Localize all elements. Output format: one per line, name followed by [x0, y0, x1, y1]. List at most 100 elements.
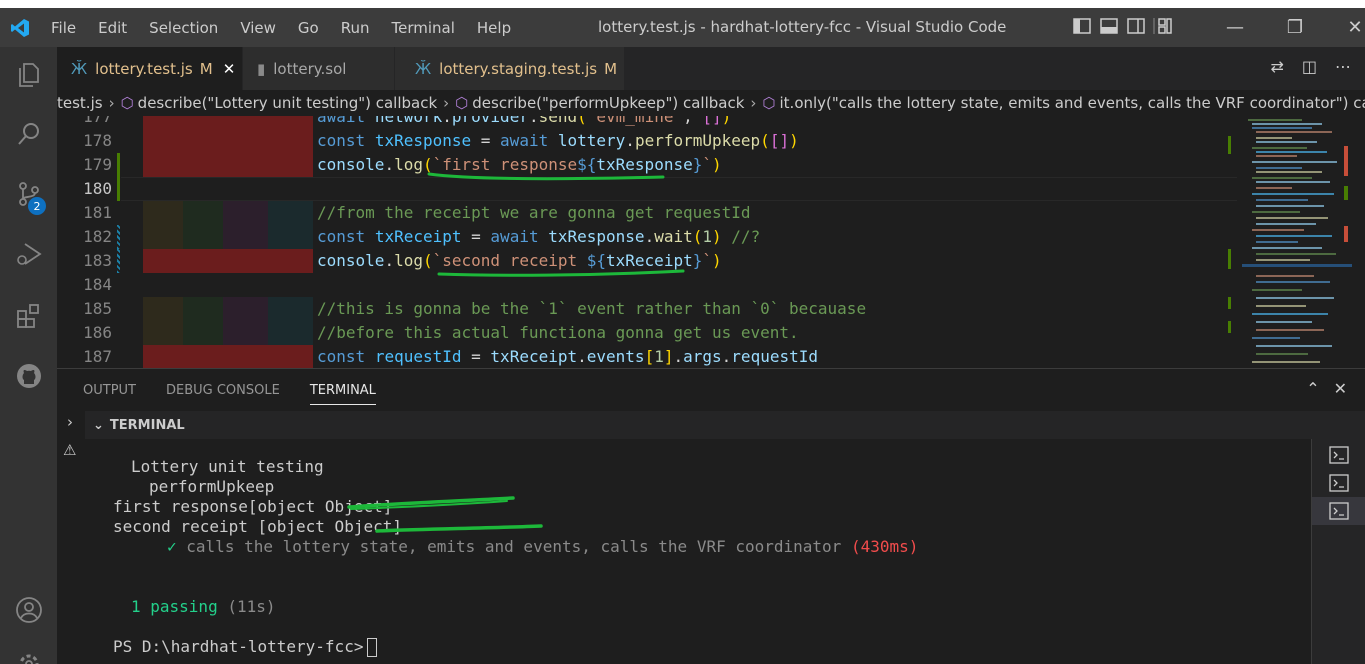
symbol-method-icon: ⬡: [455, 94, 469, 112]
tab-lottery-sol[interactable]: ▮ lottery.sol: [243, 47, 395, 90]
code-text: const requestId = txReceipt.events[1].ar…: [317, 347, 818, 366]
terminal-line: second receipt [object Object]: [113, 517, 402, 536]
terminal-prompt[interactable]: PS D:\hardhat-lottery-fcc>: [113, 637, 378, 657]
github-icon[interactable]: [12, 359, 46, 393]
activity-bar: 2: [0, 47, 57, 664]
terminal-instance-icon[interactable]: [1312, 469, 1365, 497]
breadcrumb-file[interactable]: test.js: [57, 94, 103, 112]
tab-terminal[interactable]: TERMINAL: [309, 383, 376, 405]
menu-run[interactable]: Run: [330, 19, 381, 37]
symbol-method-icon: ⬡: [762, 94, 776, 112]
top-strip: [0, 0, 1365, 8]
line-number: 183: [83, 251, 112, 270]
account-icon[interactable]: [12, 593, 46, 627]
line-number: 181: [83, 203, 112, 222]
terminal-header-label: TERMINAL: [109, 417, 185, 433]
source-control-badge: 2: [28, 197, 46, 215]
annotation-underline: [347, 496, 515, 510]
menu-edit[interactable]: Edit: [87, 19, 138, 37]
close-window-icon[interactable]: ✕: [1325, 8, 1365, 47]
prompt-text: PS D:\hardhat-lottery-fcc>: [113, 637, 364, 656]
code-line: 187 const requestId = txReceipt.events[1…: [57, 345, 1237, 368]
terminal-line: Lottery unit testing: [131, 457, 324, 476]
test-duration: (430ms): [850, 537, 919, 556]
bottom-panel: OUTPUT DEBUG CONSOLE TERMINAL ⌃ ✕ › ⚠ ⌄ …: [57, 368, 1365, 664]
tab-lottery-test[interactable]: Ӂ lottery.test.js M ✕: [57, 47, 243, 90]
breadcrumb-item[interactable]: it.only("calls the lottery state, emits …: [780, 94, 1365, 112]
passing-time: (11s): [227, 597, 276, 616]
code-line: 181 //from the receipt we are gonna get …: [57, 201, 1237, 225]
code-line: 178 const txResponse = await lottery.per…: [57, 129, 1237, 153]
menu-file[interactable]: File: [40, 19, 87, 37]
minimize-icon[interactable]: —: [1205, 8, 1265, 47]
window-controls: — ❐ ✕: [1205, 8, 1365, 47]
terminal-instance-icon[interactable]: [1312, 497, 1365, 525]
warning-icon: ⚠: [63, 441, 77, 459]
tab-label: lottery.staging.test.js: [439, 59, 598, 78]
toggle-sidebar-icon[interactable]: [1072, 16, 1092, 36]
code-line: 177 await network.provider.send("evm_min…: [57, 116, 1237, 129]
test-file-icon: Ӂ: [415, 59, 432, 78]
maximize-panel-icon[interactable]: ⌃: [1306, 379, 1319, 398]
tab-label: lottery.sol: [273, 59, 347, 78]
menu-help[interactable]: Help: [466, 19, 522, 37]
terminal-gutter: › ⚠: [57, 411, 85, 664]
breadcrumb: test.js › ⬡ describe("Lottery unit testi…: [57, 90, 1365, 116]
code-comment: //this is gonna be the `1` event rather …: [317, 299, 867, 318]
line-number: 186: [83, 323, 112, 342]
window-title: lottery.test.js - hardhat-lottery-fcc - …: [598, 18, 1007, 36]
menu-view[interactable]: View: [229, 19, 287, 37]
solidity-file-icon: ▮: [257, 59, 266, 78]
terminal-instance-icon[interactable]: [1312, 441, 1365, 469]
test-file-icon: Ӂ: [71, 59, 88, 78]
extensions-icon[interactable]: [12, 299, 46, 333]
breadcrumb-item[interactable]: describe("performUpkeep") callback: [472, 94, 744, 112]
manage-gear-icon[interactable]: [12, 647, 46, 664]
code-comment: //before this actual functiona gonna get…: [317, 323, 799, 342]
tab-label: lottery.test.js: [95, 59, 193, 78]
more-actions-icon[interactable]: ⋯: [1335, 57, 1351, 76]
modified-badge: M: [199, 59, 213, 78]
code-line: 182 const txReceipt = await txResponse.w…: [57, 225, 1237, 249]
minimap[interactable]: [1242, 116, 1352, 368]
menu-selection[interactable]: Selection: [138, 19, 229, 37]
menu-go[interactable]: Go: [287, 19, 330, 37]
tab-debug-console[interactable]: DEBUG CONSOLE: [166, 383, 280, 405]
toggle-panel-icon[interactable]: [1099, 16, 1119, 36]
compare-changes-icon[interactable]: ⇄: [1270, 57, 1283, 76]
split-editor-icon[interactable]: ◫: [1302, 57, 1317, 76]
code-editor[interactable]: 177 await network.provider.send("evm_min…: [57, 116, 1365, 368]
explorer-icon[interactable]: [12, 57, 46, 91]
line-number: 184: [83, 275, 112, 294]
restore-icon[interactable]: ❐: [1265, 8, 1325, 47]
line-number: 177: [83, 116, 112, 126]
menu-terminal[interactable]: Terminal: [381, 19, 466, 37]
layout-controls: [1072, 16, 1177, 36]
terminal-cursor: [367, 638, 378, 657]
close-tab-icon[interactable]: ✕: [223, 60, 236, 78]
terminal-section-header[interactable]: ⌄ TERMINAL: [85, 411, 1365, 439]
toggle-secondary-sidebar-icon[interactable]: [1126, 16, 1146, 36]
modified-badge: M: [604, 59, 618, 78]
terminal-output[interactable]: Lottery unit testing performUpkeep first…: [85, 439, 1311, 664]
passing-count: 1 passing: [131, 597, 218, 616]
chevron-right-icon: ›: [750, 94, 757, 112]
symbol-method-icon: ⬡: [120, 94, 134, 112]
annotation-underline: [375, 524, 543, 533]
code-text: await network.provider.send("evm_mine", …: [317, 116, 732, 126]
tab-lottery-staging-test[interactable]: Ӂ lottery.staging.test.js M: [395, 47, 625, 90]
run-debug-icon[interactable]: [12, 237, 46, 271]
search-icon[interactable]: [12, 117, 46, 151]
line-number: 187: [83, 347, 112, 366]
vscode-logo-icon: [0, 8, 40, 47]
close-panel-icon[interactable]: ✕: [1334, 379, 1347, 398]
customize-layout-icon[interactable]: [1153, 16, 1177, 36]
chevron-down-icon: ⌄: [93, 417, 104, 433]
panel-actions: ⌃ ✕: [1306, 379, 1347, 398]
chevron-right-icon[interactable]: ›: [67, 413, 73, 431]
tab-output[interactable]: OUTPUT: [83, 383, 136, 405]
line-number: 180: [83, 179, 112, 198]
line-number: 185: [83, 299, 112, 318]
breadcrumb-item[interactable]: describe("Lottery unit testing") callbac…: [138, 94, 438, 112]
terminal-summary: 1 passing (11s): [131, 597, 276, 616]
